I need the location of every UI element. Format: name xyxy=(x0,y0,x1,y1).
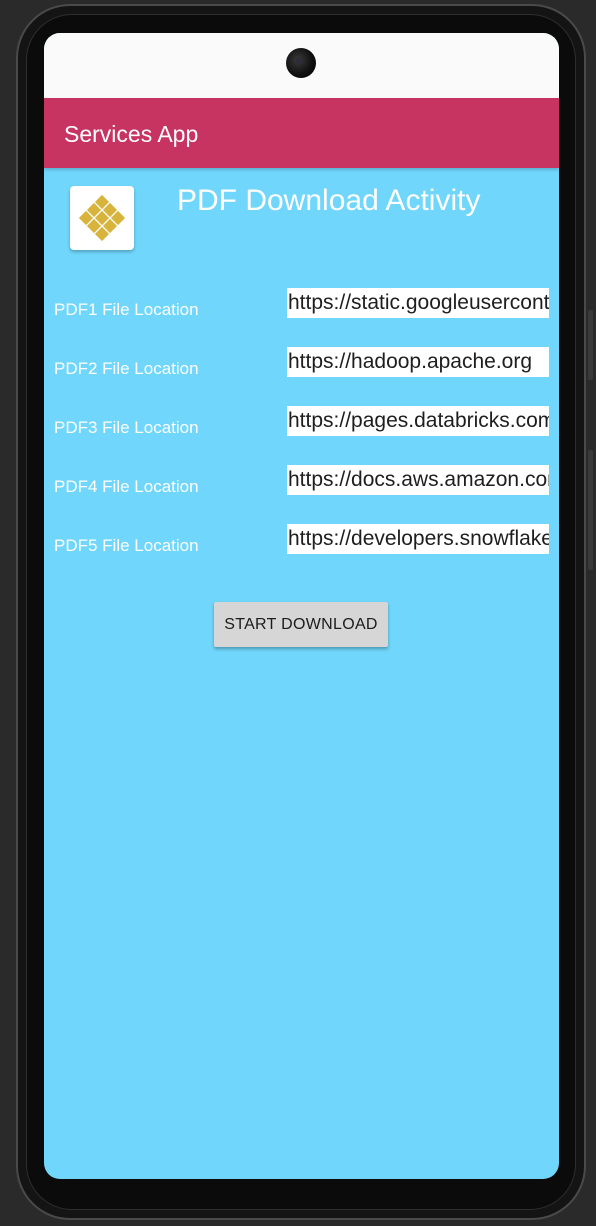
pdf5-url-field[interactable] xyxy=(287,524,549,554)
pdf3-label: PDF3 File Location xyxy=(54,418,199,437)
pdf2-row: PDF2 File Location xyxy=(44,347,559,398)
pdf4-row: PDF4 File Location xyxy=(44,465,559,516)
volume-button xyxy=(588,450,593,570)
pdf4-label: PDF4 File Location xyxy=(54,477,199,496)
pdf5-row: PDF5 File Location xyxy=(44,524,559,575)
pdf1-url-field[interactable] xyxy=(287,288,549,318)
status-bar xyxy=(44,33,559,98)
pdf2-url-field[interactable] xyxy=(287,347,549,377)
app-bar: Services App xyxy=(44,98,559,168)
logo-pattern-icon xyxy=(78,194,126,242)
pdf2-label: PDF2 File Location xyxy=(54,359,199,378)
pdf1-label: PDF1 File Location xyxy=(54,300,199,319)
pdf5-label: PDF5 File Location xyxy=(54,536,199,555)
pdf3-url-field[interactable] xyxy=(287,406,549,436)
app-screen: Services App PDF Download Activity PDF1 … xyxy=(44,33,559,1179)
front-camera-icon xyxy=(286,48,316,78)
pdf1-row: PDF1 File Location xyxy=(44,288,559,339)
app-logo-icon xyxy=(70,186,134,250)
pdf3-row: PDF3 File Location xyxy=(44,406,559,457)
app-title: Services App xyxy=(64,121,199,147)
pdf4-url-field[interactable] xyxy=(287,465,549,495)
start-download-button[interactable]: START DOWNLOAD xyxy=(214,602,388,647)
power-button xyxy=(588,310,593,380)
activity-title: PDF Download Activity xyxy=(177,184,481,217)
